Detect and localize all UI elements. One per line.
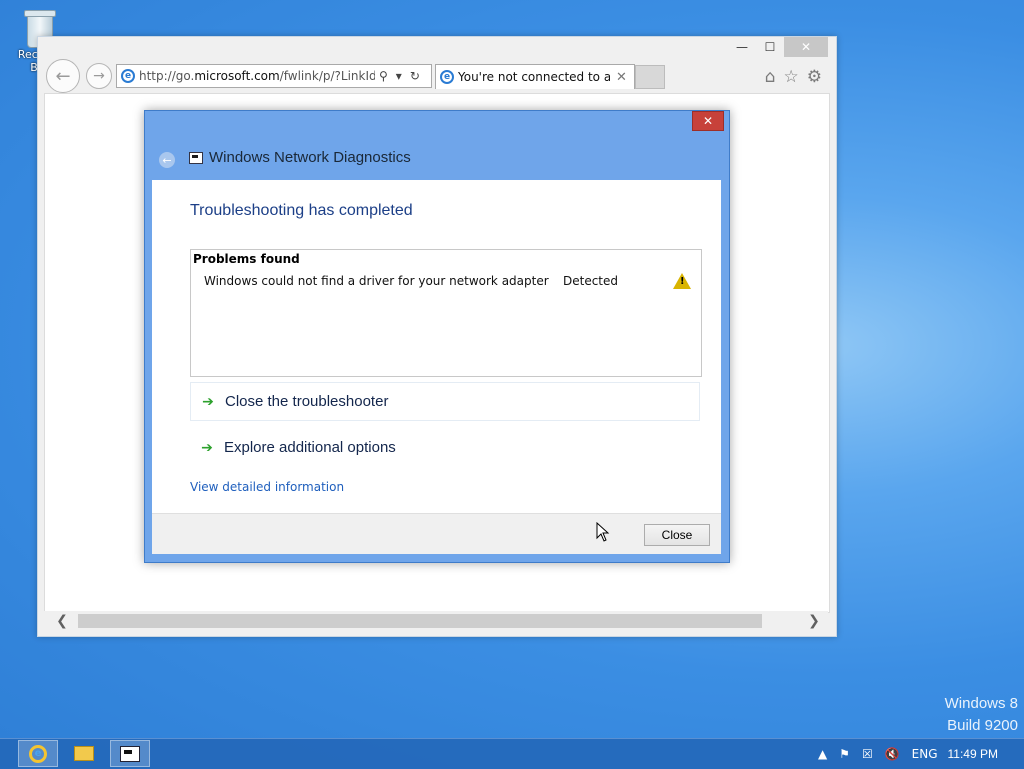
gear-icon[interactable]: ⚙ <box>807 67 822 87</box>
dialog-footer: Close <box>152 513 721 554</box>
taskbar-network-diagnostics[interactable] <box>110 740 150 767</box>
dialog-body: Troubleshooting has completed Problems f… <box>152 180 721 513</box>
watermark-os: Windows 8 <box>944 695 1018 712</box>
star-icon[interactable]: ☆ <box>784 67 799 87</box>
taskbar-clock[interactable]: 11:49 PM <box>948 747 998 761</box>
dropdown-icon[interactable]: ▾ <box>396 69 402 83</box>
dialog-back-icon[interactable]: ← <box>159 152 175 168</box>
action-center-flag-icon[interactable]: ⚑ <box>839 747 850 761</box>
address-url[interactable]: http://go.microsoft.com/fwlink/p/?LinkId… <box>139 69 375 83</box>
taskbar-file-explorer[interactable] <box>64 740 104 767</box>
window-controls: — ☐ ✕ <box>728 37 828 57</box>
address-actions: ⚲ ▾ ↻ <box>379 69 420 83</box>
dialog-close-x-button[interactable]: ✕ <box>692 111 724 131</box>
back-arrow-icon: ← <box>55 65 71 87</box>
horizontal-scrollbar[interactable]: ❮ ❯ <box>44 611 828 631</box>
maximize-button[interactable]: ☐ <box>756 37 784 57</box>
problems-header: Problems found <box>193 252 300 266</box>
close-troubleshooter-option[interactable]: ➔ Close the troubleshooter <box>190 382 700 421</box>
system-tray: ▲ ⚑ ☒ 🔇 ENG 11:49 PM <box>818 739 1024 769</box>
green-arrow-icon: ➔ <box>202 393 214 410</box>
home-icon[interactable]: ⌂ <box>765 67 776 87</box>
network-diagnostics-dialog: ✕ ← Windows Network Diagnostics Troubles… <box>144 110 730 563</box>
close-button[interactable]: Close <box>644 524 710 546</box>
scroll-right-icon[interactable]: ❯ <box>804 611 824 631</box>
problem-row[interactable]: Windows could not find a driver for your… <box>191 272 701 292</box>
show-hidden-icons-icon[interactable]: ▲ <box>818 747 827 761</box>
option-label: Close the troubleshooter <box>225 393 389 410</box>
forward-button[interactable]: → <box>86 63 112 89</box>
tab-title: You're not connected to a ... <box>458 70 610 84</box>
back-button[interactable]: ← <box>46 59 80 93</box>
volume-muted-icon[interactable]: 🔇 <box>885 747 900 761</box>
internet-explorer-icon: e <box>29 744 47 763</box>
explore-options-option[interactable]: ➔ Explore additional options <box>190 428 700 467</box>
scroll-left-icon[interactable]: ❮ <box>52 611 72 631</box>
forward-arrow-icon: → <box>93 68 105 84</box>
network-disconnected-icon[interactable]: ☒ <box>862 747 873 761</box>
network-diagnostics-icon <box>120 745 140 762</box>
problem-status: Detected <box>563 274 619 288</box>
scrollbar-thumb[interactable] <box>78 614 762 628</box>
network-diagnostics-icon <box>189 152 203 164</box>
dialog-title: Windows Network Diagnostics <box>209 149 411 166</box>
windows-build-watermark: Windows 8 Build 9200 <box>945 693 1018 737</box>
green-arrow-icon: ➔ <box>201 439 213 456</box>
new-tab-button[interactable] <box>635 65 665 89</box>
option-label: Explore additional options <box>224 439 396 456</box>
warning-icon: ! <box>673 273 691 289</box>
language-indicator[interactable]: ENG <box>912 747 938 761</box>
browser-tab[interactable]: e You're not connected to a ... ✕ <box>435 64 635 89</box>
browser-toolbar: ⌂ ☆ ⚙ <box>765 67 822 87</box>
taskbar-internet-explorer[interactable]: e <box>18 740 58 767</box>
address-bar[interactable]: e http://go.microsoft.com/fwlink/p/?Link… <box>116 64 432 88</box>
window-close-button[interactable]: ✕ <box>784 37 828 57</box>
search-icon[interactable]: ⚲ <box>379 69 388 83</box>
watermark-build: Build 9200 <box>947 717 1018 734</box>
view-detailed-information-link[interactable]: View detailed information <box>190 480 344 494</box>
ie-site-icon: e <box>121 69 135 83</box>
dialog-heading: Troubleshooting has completed <box>190 202 413 219</box>
problems-list: Problems found Windows could not find a … <box>190 249 702 377</box>
tab-ie-icon: e <box>440 70 454 84</box>
minimize-button[interactable]: — <box>728 37 756 57</box>
folder-icon <box>74 746 94 761</box>
refresh-icon[interactable]: ↻ <box>410 69 420 83</box>
problem-text: Windows could not find a driver for your… <box>204 274 549 288</box>
taskbar: e ▲ ⚑ ☒ 🔇 ENG 11:49 PM <box>0 738 1024 769</box>
tab-close-icon[interactable]: ✕ <box>616 70 627 85</box>
